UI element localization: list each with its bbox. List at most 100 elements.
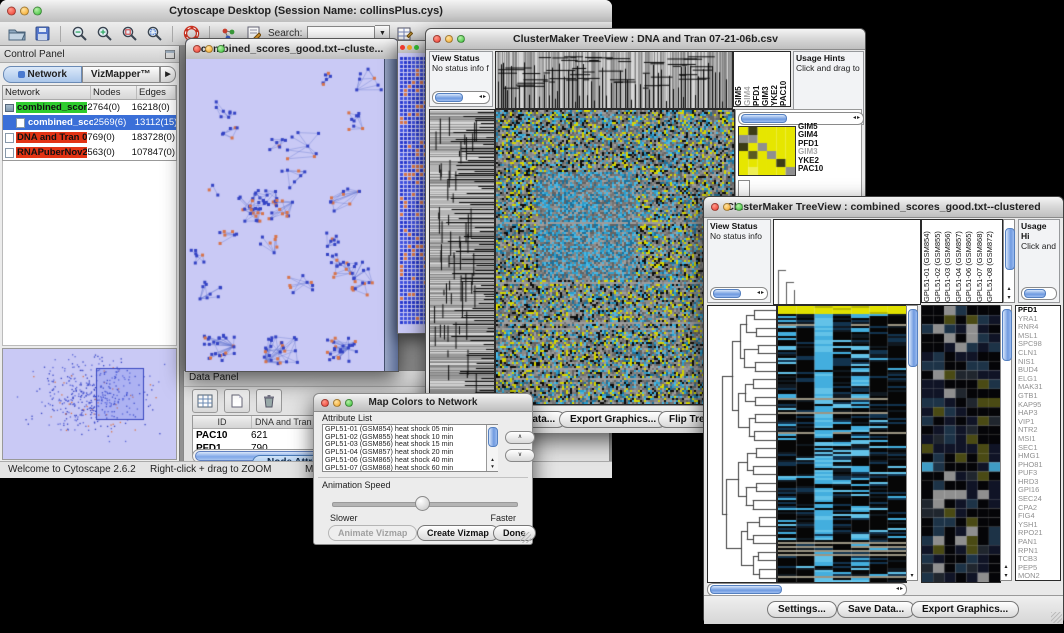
treeview-dna-titlebar[interactable]: ClusterMaker TreeView : DNA and Tran 07-… bbox=[426, 29, 865, 50]
zoom-selected-button[interactable] bbox=[144, 25, 164, 43]
close-icon[interactable] bbox=[433, 35, 441, 43]
save-data-button[interactable]: Save Data... bbox=[837, 601, 915, 618]
float-panel-icon[interactable] bbox=[165, 50, 175, 59]
network-canvas[interactable] bbox=[186, 59, 384, 371]
minimize-icon[interactable] bbox=[723, 203, 731, 211]
array-label[interactable]: GPL51-03 (GSM856) bbox=[943, 220, 954, 302]
traffic-lights[interactable] bbox=[321, 399, 353, 407]
close-icon[interactable] bbox=[321, 399, 329, 407]
minimize-icon[interactable] bbox=[333, 399, 341, 407]
close-icon[interactable] bbox=[7, 7, 16, 16]
gene-labels[interactable]: PFD1YRA1RNR4MSL1SPC98CLN1NIS1BUD4ELG1MAK… bbox=[1015, 305, 1061, 581]
traffic-lights[interactable] bbox=[711, 203, 743, 211]
array-label[interactable]: GPL51-07 (GSM868) bbox=[975, 220, 986, 302]
array-label[interactable]: GPL51-01 (GSM854) bbox=[922, 220, 933, 302]
tab-network[interactable]: Network bbox=[3, 66, 82, 83]
minimize-icon[interactable] bbox=[445, 35, 453, 43]
attribute-list-vscrollbar[interactable]: ▴▾ bbox=[486, 425, 498, 471]
array-label[interactable]: GPL51-04 (GSM857) bbox=[954, 220, 965, 302]
gene-dendrogram-canvas[interactable] bbox=[429, 109, 495, 405]
scrollbar-arrows[interactable]: ▾ bbox=[487, 464, 498, 470]
array-label[interactable]: GIM5 bbox=[734, 52, 743, 106]
global-heatmap-canvas[interactable] bbox=[777, 305, 907, 583]
attribute-list[interactable]: GPL51-01 (GSM854) heat shock 05 minGPL51… bbox=[322, 424, 498, 472]
attribute-item[interactable]: GPL51-07 (GSM868) heat shock 60 min bbox=[325, 464, 497, 472]
scrollbar-arrows[interactable]: ▾ bbox=[1004, 294, 1014, 301]
scrollbar-thumb[interactable] bbox=[1024, 289, 1046, 298]
scrollbar-arrows[interactable]: ◂▸ bbox=[757, 289, 765, 296]
scrollbar-thumb[interactable] bbox=[435, 93, 463, 102]
network-row[interactable]: RNAPuberNov2+ 563(0) 107847(0) bbox=[3, 145, 176, 160]
scrollbar-arrows[interactable]: ▾ bbox=[907, 572, 917, 579]
gene-label[interactable]: PAC10 bbox=[798, 165, 823, 173]
scrollbar-arrows[interactable]: ▴ bbox=[1004, 285, 1014, 292]
resize-grip[interactable] bbox=[520, 532, 531, 543]
network-row[interactable]: combined_sco 2569(6) 13112(15) bbox=[3, 115, 176, 130]
minimize-icon[interactable] bbox=[407, 45, 412, 50]
heatmap-vscrollbar[interactable]: ▾ bbox=[906, 305, 918, 581]
birdseye-canvas[interactable] bbox=[6, 352, 172, 448]
global-heatmap-canvas[interactable] bbox=[495, 109, 735, 405]
export-graphics-button[interactable]: Export Graphics... bbox=[559, 411, 667, 428]
resize-grip[interactable] bbox=[1051, 612, 1062, 623]
zoom-window-icon[interactable] bbox=[33, 7, 42, 16]
scrollbar-thumb[interactable] bbox=[488, 427, 498, 447]
zoom-window-icon[interactable] bbox=[735, 203, 743, 211]
array-labels[interactable]: GIM5GIM4PFD1GIM3YKE2PAC10 bbox=[733, 51, 791, 107]
array-label[interactable]: YKE2 bbox=[770, 52, 779, 106]
tab-vizmapper[interactable]: VizMapper™ bbox=[82, 66, 161, 83]
array-label[interactable]: GPL51-06 (GSM865) bbox=[964, 220, 975, 302]
animate-vizmap-button[interactable]: Animate Vizmap bbox=[328, 525, 417, 541]
array-label[interactable]: GPL51-08 (GSM872) bbox=[985, 220, 996, 302]
array-label[interactable]: GPL51-02 (GSM855) bbox=[933, 220, 944, 302]
main-titlebar[interactable]: Cytoscape Desktop (Session Name: collins… bbox=[0, 0, 612, 23]
close-icon[interactable] bbox=[193, 45, 201, 53]
close-icon[interactable] bbox=[400, 45, 405, 50]
grid-network-canvas[interactable] bbox=[398, 53, 427, 331]
settings-button[interactable]: Settings... bbox=[767, 601, 837, 618]
traffic-lights[interactable] bbox=[193, 45, 225, 53]
zoom-window-icon[interactable] bbox=[414, 45, 419, 50]
scrollbar-arrows[interactable]: ▴ bbox=[1001, 563, 1011, 570]
array-labels-vscrollbar[interactable]: ▴▾ bbox=[1003, 219, 1015, 303]
scrollbar-arrows[interactable]: ◂▸ bbox=[853, 114, 861, 121]
gene-label[interactable]: MON2 bbox=[1018, 572, 1060, 581]
scrollbar-thumb[interactable] bbox=[741, 114, 787, 123]
scrollbar-thumb[interactable] bbox=[713, 289, 741, 298]
treeview-combined-titlebar[interactable]: ClusterMaker TreeView : combined_scores_… bbox=[704, 197, 1063, 218]
create-vizmap-button[interactable]: Create Vizmap bbox=[417, 525, 499, 541]
network-row[interactable]: combined_scores_ 2764(0) 16218(0) bbox=[3, 100, 176, 115]
array-dendrogram-canvas[interactable] bbox=[773, 219, 921, 305]
network-row[interactable]: DNA and Tran 07 769(0) 183728(0) bbox=[3, 130, 176, 145]
minimize-icon[interactable] bbox=[205, 45, 213, 53]
export-graphics-button[interactable]: Export Graphics... bbox=[911, 601, 1019, 618]
traffic-lights[interactable] bbox=[433, 35, 465, 43]
zoom-heatmap-canvas[interactable] bbox=[738, 126, 796, 176]
array-label[interactable]: GIM4 bbox=[743, 52, 752, 106]
scrollbar-arrows[interactable]: ▾ bbox=[1001, 572, 1011, 579]
array-label[interactable]: PAC10 bbox=[779, 52, 788, 106]
tab-overflow-arrow[interactable]: ▶ bbox=[160, 66, 176, 83]
scrollbar-thumb[interactable] bbox=[1005, 228, 1015, 270]
open-file-button[interactable] bbox=[7, 25, 27, 43]
move-up-button[interactable]: ∧ bbox=[505, 431, 535, 444]
zoom-in-button[interactable] bbox=[94, 25, 114, 43]
zoom-window-icon[interactable] bbox=[457, 35, 465, 43]
array-labels[interactable]: GPL51-01 (GSM854)GPL51-02 (GSM855)GPL51-… bbox=[921, 219, 1003, 303]
array-label[interactable]: PFD1 bbox=[752, 52, 761, 106]
usage-hints-hscrollbar[interactable] bbox=[1021, 287, 1057, 300]
network-view-titlebar[interactable]: combined_scores_good.txt--cluste... bbox=[186, 39, 398, 60]
view-status-hscrollbar[interactable]: ◂▸ bbox=[710, 287, 768, 300]
move-down-button[interactable]: ∨ bbox=[505, 449, 535, 462]
save-session-button[interactable] bbox=[32, 25, 52, 43]
array-dendrogram-canvas[interactable] bbox=[495, 51, 733, 109]
traffic-lights[interactable] bbox=[7, 7, 42, 16]
new-attribute-button[interactable] bbox=[224, 389, 250, 413]
scrollbar-arrows[interactable]: ◂▸ bbox=[896, 585, 904, 592]
minimize-icon[interactable] bbox=[20, 7, 29, 16]
zoom-fit-button[interactable] bbox=[119, 25, 139, 43]
zoom-window-icon[interactable] bbox=[345, 399, 353, 407]
network-vscrollbar[interactable] bbox=[384, 59, 398, 371]
gene-dendrogram-canvas[interactable] bbox=[707, 305, 777, 583]
zoom-vscrollbar[interactable]: ▴▾ bbox=[1000, 305, 1012, 581]
